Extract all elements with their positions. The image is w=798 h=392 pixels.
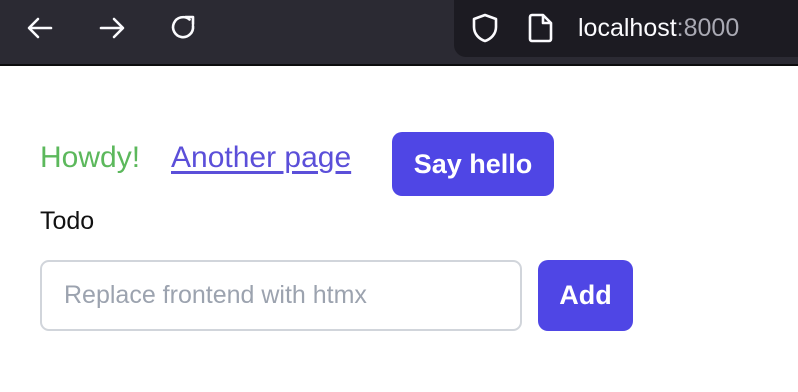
page-content: Howdy! Another page Say hello Todo Add xyxy=(40,132,780,331)
back-button[interactable] xyxy=(17,7,63,49)
page-icon[interactable] xyxy=(528,12,554,44)
url-host: localhost xyxy=(578,14,677,42)
url-port: :8000 xyxy=(676,14,740,42)
browser-toolbar: localhost:8000 xyxy=(0,0,798,66)
url-bar[interactable]: localhost:8000 xyxy=(454,0,798,57)
forward-button[interactable] xyxy=(89,7,135,49)
greeting-row: Howdy! Another page Say hello xyxy=(40,132,780,198)
todo-heading: Todo xyxy=(40,207,95,235)
reload-icon xyxy=(171,15,195,39)
todo-input[interactable] xyxy=(40,260,522,331)
url-text[interactable]: localhost:8000 xyxy=(578,12,739,44)
howdy-text: Howdy! xyxy=(40,141,141,174)
forward-arrow-icon xyxy=(99,17,125,39)
add-button[interactable]: Add xyxy=(538,260,633,331)
shield-icon[interactable] xyxy=(470,12,500,44)
say-hello-button[interactable]: Say hello xyxy=(392,132,554,196)
back-arrow-icon xyxy=(27,17,53,39)
reload-button[interactable] xyxy=(161,7,207,49)
another-page-link[interactable]: Another page xyxy=(171,140,351,176)
